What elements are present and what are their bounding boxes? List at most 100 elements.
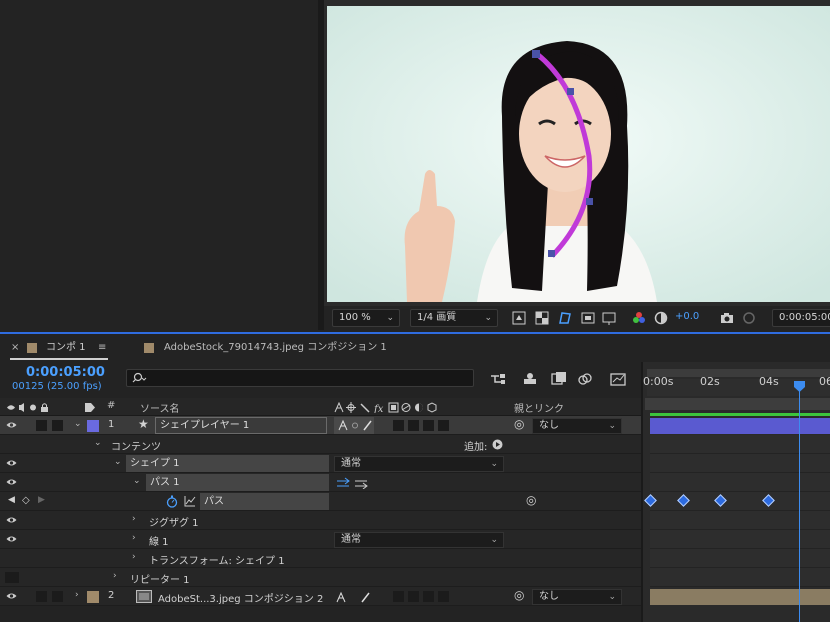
layer-2-duration-bar[interactable] bbox=[650, 589, 830, 605]
layer-name-field[interactable]: シェイプレイヤー 1 bbox=[155, 417, 327, 434]
solo-switch[interactable] bbox=[36, 420, 47, 431]
composition-frame[interactable] bbox=[327, 6, 830, 302]
visibility-eye-icon[interactable] bbox=[6, 592, 17, 600]
add-menu-icon[interactable] bbox=[492, 439, 503, 450]
fast-preview-icon[interactable] bbox=[512, 311, 526, 325]
switch-slot[interactable] bbox=[423, 420, 434, 431]
chevron-right-icon[interactable]: › bbox=[75, 590, 79, 600]
time-navigator[interactable] bbox=[645, 398, 830, 410]
shape-blend-mode-dropdown[interactable]: 通常 ⌄ bbox=[334, 456, 504, 472]
switch-slot[interactable] bbox=[423, 591, 434, 602]
chevron-right-icon[interactable]: › bbox=[132, 533, 136, 543]
render-cache-bar bbox=[650, 413, 830, 416]
shy-layers-icon[interactable] bbox=[522, 371, 538, 387]
ruler-label: 02s bbox=[700, 375, 720, 388]
viewer-time-display[interactable]: 0:00:05:00 bbox=[772, 309, 830, 327]
visibility-switch-off[interactable] bbox=[5, 572, 19, 583]
graph-icon[interactable] bbox=[184, 496, 196, 507]
channel-rgb-icon[interactable] bbox=[632, 311, 646, 325]
chevron-down-icon[interactable]: ⌄ bbox=[114, 457, 122, 467]
switch-slot[interactable] bbox=[408, 591, 419, 602]
show-snapshot-icon[interactable] bbox=[742, 311, 756, 325]
mask-visibility-icon[interactable] bbox=[558, 311, 572, 325]
path-group-name[interactable]: パス 1 bbox=[146, 474, 329, 491]
parent-dropdown[interactable]: なし ⌄ bbox=[532, 589, 622, 605]
exposure-reset-icon[interactable] bbox=[654, 311, 668, 325]
transform-row[interactable]: › トランスフォーム: シェイプ 1 bbox=[0, 549, 643, 568]
visibility-eye-icon[interactable] bbox=[6, 516, 17, 524]
pick-whip-icon[interactable]: ◎ bbox=[514, 588, 524, 602]
visibility-eye-icon[interactable] bbox=[6, 459, 17, 467]
current-timecode[interactable]: 0:00:05:00 bbox=[26, 365, 105, 380]
switch-slot[interactable] bbox=[393, 591, 404, 602]
layer-switches[interactable] bbox=[334, 417, 374, 434]
chevron-down-icon: ⌄ bbox=[386, 313, 394, 323]
switch-slot[interactable] bbox=[438, 420, 449, 431]
switch-slot[interactable] bbox=[408, 420, 419, 431]
layer-1-duration-bar[interactable] bbox=[650, 418, 830, 434]
next-keyframe-icon[interactable]: ▶ bbox=[38, 495, 45, 505]
shape-group-row[interactable]: ⌄ シェイプ 1 通常 ⌄ bbox=[0, 454, 643, 473]
chevron-down-icon[interactable]: ⌄ bbox=[74, 419, 82, 429]
panel-menu-icon[interactable]: ≡ bbox=[98, 340, 106, 356]
work-area-bar[interactable] bbox=[647, 369, 830, 377]
snapshot-camera-icon[interactable] bbox=[720, 311, 734, 325]
ruler-label: 04s bbox=[759, 375, 779, 388]
layer-row-1[interactable]: ⌄ 1 ★ シェイプレイヤー 1 ◎ なし ⌄ bbox=[0, 416, 643, 435]
parent-dropdown[interactable]: なし ⌄ bbox=[532, 418, 622, 434]
chevron-right-icon[interactable]: › bbox=[113, 571, 117, 581]
stroke-row[interactable]: › 線 1 通常 ⌄ bbox=[0, 530, 643, 549]
layer-label-color[interactable] bbox=[87, 420, 99, 432]
resolution-dropdown[interactable]: 1/4 画質 ⌄ bbox=[410, 309, 498, 327]
path-property-row[interactable]: ◀ ◇ ▶ パス ◎ bbox=[0, 492, 643, 511]
path-property-name[interactable]: パス bbox=[200, 493, 329, 510]
frame-blending-icon[interactable] bbox=[551, 371, 567, 387]
chevron-right-icon[interactable]: › bbox=[132, 514, 136, 524]
path-direction-icons[interactable] bbox=[336, 477, 370, 489]
column-number[interactable]: # bbox=[107, 400, 115, 411]
visibility-eye-icon[interactable] bbox=[6, 421, 17, 429]
column-source-name[interactable]: ソース名 bbox=[140, 400, 180, 415]
transparency-grid-icon[interactable] bbox=[535, 311, 549, 325]
column-parent-link[interactable]: 親とリンク bbox=[514, 400, 564, 415]
layer-row-2[interactable]: › 2 AdobeSt...3.jpeg コンポジション 2 ◎ なし ⌄ bbox=[0, 587, 643, 606]
lock-switch[interactable] bbox=[52, 420, 63, 431]
playhead-icon[interactable] bbox=[793, 380, 806, 393]
layer-label-color[interactable] bbox=[87, 591, 99, 603]
stopwatch-icon[interactable] bbox=[166, 495, 178, 508]
switch-slot[interactable] bbox=[438, 591, 449, 602]
solo-switch[interactable] bbox=[36, 591, 47, 602]
shape-group-name[interactable]: シェイプ 1 bbox=[126, 455, 329, 472]
path-group-row[interactable]: ⌄ パス 1 bbox=[0, 473, 643, 492]
lock-switch[interactable] bbox=[52, 591, 63, 602]
previous-keyframe-icon[interactable]: ◀ bbox=[8, 495, 15, 505]
visibility-eye-icon[interactable] bbox=[6, 478, 17, 486]
zoom-dropdown[interactable]: 100 % ⌄ bbox=[332, 309, 400, 327]
chevron-down-icon[interactable]: ⌄ bbox=[133, 476, 141, 486]
layer-search-input[interactable] bbox=[126, 369, 474, 387]
tab-comp-1[interactable]: コンポ 1 bbox=[46, 340, 86, 356]
composition-viewer[interactable] bbox=[324, 0, 830, 306]
zigzag-row[interactable]: › ジグザグ 1 bbox=[0, 511, 643, 530]
switch-slot[interactable] bbox=[393, 420, 404, 431]
exposure-value[interactable]: +0.0 bbox=[675, 311, 699, 322]
chevron-down-icon[interactable]: ⌄ bbox=[94, 438, 102, 448]
pick-whip-icon[interactable]: ◎ bbox=[526, 493, 536, 507]
stroke-blend-mode-dropdown[interactable]: 通常 ⌄ bbox=[334, 532, 504, 548]
graph-editor-icon[interactable] bbox=[610, 371, 626, 387]
composition-flowchart-icon[interactable] bbox=[490, 371, 506, 387]
pick-whip-icon[interactable]: ◎ bbox=[514, 417, 524, 431]
playhead-line[interactable] bbox=[799, 382, 800, 622]
region-of-interest-icon[interactable] bbox=[581, 311, 595, 325]
visibility-eye-icon[interactable] bbox=[6, 535, 17, 543]
tab-adobestock-comp[interactable]: AdobeStock_79014743.jpeg コンポジション 1 bbox=[164, 340, 387, 356]
motion-blur-icon[interactable] bbox=[577, 371, 593, 387]
chevron-down-icon: ⌄ bbox=[484, 313, 492, 323]
add-keyframe-icon[interactable]: ◇ bbox=[22, 495, 30, 506]
close-tab-icon[interactable]: × bbox=[11, 340, 19, 356]
layer-switch-icons[interactable] bbox=[336, 591, 370, 603]
repeater-row[interactable]: › リピーター 1 bbox=[0, 568, 643, 587]
contents-row[interactable]: ⌄ コンテンツ 追加: bbox=[0, 435, 643, 454]
chevron-right-icon[interactable]: › bbox=[132, 552, 136, 562]
grid-guides-icon[interactable] bbox=[602, 311, 616, 325]
